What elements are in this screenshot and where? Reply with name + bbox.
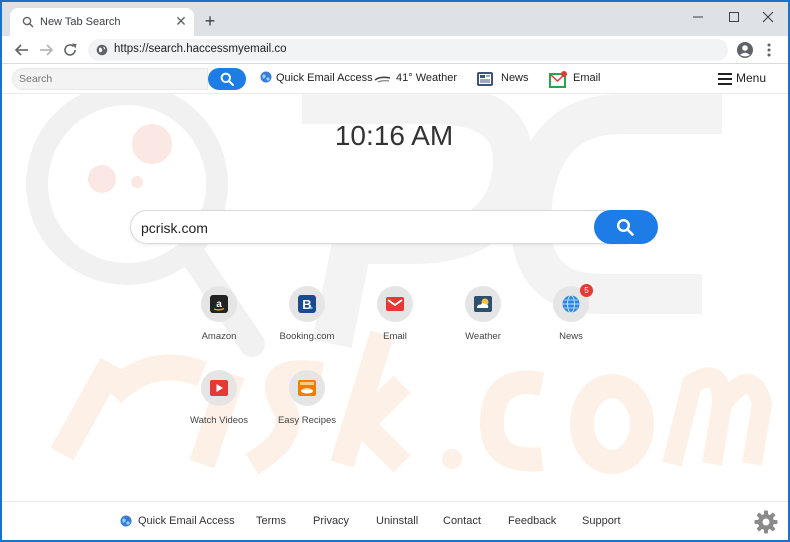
email-icon <box>386 297 404 311</box>
tile-watch-videos[interactable]: Watch Videos <box>184 370 254 440</box>
url-text: https://search.haccessmyemail.co <box>114 43 287 55</box>
search-icon <box>22 16 34 28</box>
nav-quick-email-access[interactable]: Quick Email Access <box>260 71 373 87</box>
nav-email-label: Email <box>573 72 601 84</box>
tile-weather-circle <box>465 286 501 322</box>
notification-badge: 5 <box>580 284 593 297</box>
tile-label: Email <box>383 331 407 342</box>
tile-amazon[interactable]: a Amazon <box>184 286 254 356</box>
tile-email[interactable]: Email <box>360 286 430 356</box>
footer: Quick Email Access Terms Privacy Uninsta… <box>2 501 788 540</box>
tile-news[interactable]: 5 News <box>536 284 606 356</box>
new-tab-button[interactable]: + <box>200 11 220 31</box>
footer-link-support[interactable]: Support <box>582 515 621 527</box>
newspaper-icon <box>477 72 493 86</box>
address-bar[interactable]: https://search.haccessmyemail.co <box>88 39 728 61</box>
close-tab-icon[interactable]: ✕ <box>172 12 190 30</box>
main-search-box <box>130 210 630 244</box>
nav-email[interactable]: Email <box>548 71 608 88</box>
tile-label: News <box>559 331 583 342</box>
nav-weather-label: 41° Weather <box>396 72 458 84</box>
browser-toolbar: https://search.haccessmyemail.co <box>2 36 788 64</box>
tile-label: Easy Recipes <box>277 415 337 426</box>
back-arrow-icon[interactable] <box>12 40 32 60</box>
tile-videos-circle <box>201 370 237 406</box>
site-info-icon[interactable] <box>96 44 108 56</box>
close-window-button[interactable] <box>754 6 782 28</box>
top-search-button[interactable] <box>208 68 246 90</box>
browser-window: New Tab Search ✕ + https://search.hacces… <box>2 2 788 540</box>
search-icon <box>220 72 234 86</box>
tile-booking[interactable]: B Booking.com <box>272 286 342 356</box>
nav-quick-email-label: Quick Email Access <box>276 72 373 84</box>
footer-quick-email-label: Quick Email Access <box>138 515 235 527</box>
tile-booking-circle: B <box>289 286 325 322</box>
tile-amazon-circle: a <box>201 286 237 322</box>
tab-strip: New Tab Search ✕ + <box>2 2 788 36</box>
svg-text:B: B <box>302 297 311 312</box>
email-envelope-icon <box>549 71 567 88</box>
tile-email-circle <box>377 286 413 322</box>
tab-new-tab-search[interactable]: New Tab Search ✕ <box>10 8 194 36</box>
tile-label: Booking.com <box>279 331 335 342</box>
footer-link-uninstall[interactable]: Uninstall <box>376 515 418 527</box>
top-navigation: Quick Email Access 41° Weather News Emai… <box>2 64 788 94</box>
weather-wind-icon <box>374 76 391 83</box>
profile-avatar-icon[interactable] <box>736 41 754 59</box>
recipes-icon <box>298 380 316 396</box>
clock-display: 10:16 AM <box>334 120 454 151</box>
tile-easy-recipes[interactable]: Easy Recipes <box>272 370 342 440</box>
forward-arrow-icon[interactable] <box>36 40 56 60</box>
tile-weather[interactable]: Weather <box>448 286 518 356</box>
video-play-icon <box>210 380 228 396</box>
tile-recipes-circle <box>289 370 325 406</box>
menu-label: Menu <box>736 71 767 85</box>
amazon-icon: a <box>210 295 228 313</box>
page-content: Quick Email Access 41° Weather News Emai… <box>2 64 788 540</box>
main-search-input[interactable] <box>141 218 581 238</box>
top-search-input[interactable] <box>12 68 208 90</box>
kebab-menu-icon[interactable] <box>762 41 776 59</box>
footer-link-privacy[interactable]: Privacy <box>313 515 349 527</box>
reload-icon[interactable] <box>60 40 80 60</box>
minimize-button[interactable] <box>684 6 712 28</box>
search-icon <box>616 218 634 236</box>
svg-text:a: a <box>216 299 222 310</box>
weather-icon <box>474 296 492 312</box>
booking-icon: B <box>298 295 316 313</box>
main-search-button[interactable] <box>594 210 658 244</box>
menu-button[interactable]: Menu <box>716 70 772 88</box>
gear-icon[interactable] <box>754 510 778 534</box>
news-globe-icon <box>562 295 580 313</box>
tab-title: New Tab Search <box>40 16 121 28</box>
tile-label: Watch Videos <box>189 415 249 426</box>
nav-news[interactable]: News <box>476 71 536 87</box>
footer-link-terms[interactable]: Terms <box>256 515 286 527</box>
maximize-button[interactable] <box>720 6 748 28</box>
nav-news-label: News <box>501 72 529 84</box>
hamburger-icon <box>718 73 732 85</box>
footer-link-contact[interactable]: Contact <box>443 515 481 527</box>
nav-weather[interactable]: 41° Weather <box>374 71 464 87</box>
globe-icon <box>120 515 132 527</box>
tile-label: Weather <box>465 331 501 342</box>
footer-link-feedback[interactable]: Feedback <box>508 515 556 527</box>
tile-label: Amazon <box>201 331 237 342</box>
globe-icon <box>260 71 272 83</box>
